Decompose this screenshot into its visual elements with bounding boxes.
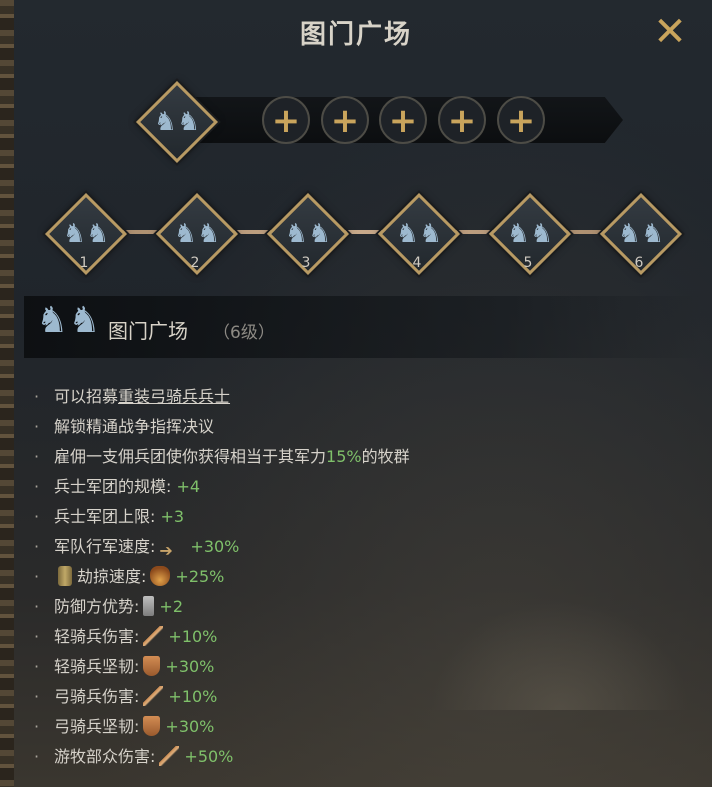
effect-item: · 军队行军速度: ➔ +30% bbox=[34, 532, 410, 562]
bullet: · bbox=[34, 627, 40, 646]
sword-icon bbox=[159, 745, 180, 766]
horse-archer-icon: ♞♞ bbox=[395, 219, 443, 249]
level-number: 4 bbox=[412, 255, 422, 271]
shield-icon bbox=[143, 715, 161, 736]
horse-archer-icon: ♞♞ bbox=[173, 219, 221, 249]
horse-archer-icon: ♞♞ bbox=[153, 107, 201, 137]
bullet: · bbox=[34, 387, 40, 406]
add-slot-button[interactable]: + bbox=[321, 96, 369, 144]
level-number: 6 bbox=[634, 255, 644, 271]
scroll-icon bbox=[58, 565, 72, 586]
effect-item: · 雇佣一支佣兵团使你获得相当于其军力15%的牧群 bbox=[34, 442, 410, 472]
bullet: · bbox=[34, 417, 40, 436]
level-number: 2 bbox=[190, 255, 200, 271]
horse-archer-icon: ♞♞ bbox=[617, 219, 665, 249]
add-slot-button[interactable]: + bbox=[262, 96, 310, 144]
effect-item: · 轻骑兵伤害: +10% bbox=[34, 622, 410, 652]
sword-icon bbox=[143, 625, 164, 646]
horse-archer-icon: ♞♞ bbox=[506, 219, 554, 249]
fire-icon bbox=[150, 565, 171, 586]
building-level: （6级） bbox=[213, 323, 275, 343]
effect-item: · 可以招募重装弓骑兵兵士 bbox=[34, 382, 410, 412]
horse-archer-icon: ♞♞ bbox=[62, 219, 110, 249]
map-edge bbox=[0, 0, 14, 787]
effect-item: · 防御方优势: +2 bbox=[34, 592, 410, 622]
effect-item: · 兵士军团的规模: +4 bbox=[34, 472, 410, 502]
level-number: 3 bbox=[301, 255, 311, 271]
horse-archer-icon: ♞♞ bbox=[36, 300, 101, 341]
bullet: · bbox=[34, 657, 40, 676]
effect-item: · 游牧部众伤害: +50% bbox=[34, 742, 410, 772]
effect-item: · 解锁精通战争指挥决议 bbox=[34, 412, 410, 442]
sword-icon bbox=[143, 685, 164, 706]
building-name: 图门广场 bbox=[108, 319, 188, 343]
add-slot-button[interactable]: + bbox=[379, 96, 427, 144]
add-slot-button[interactable]: + bbox=[497, 96, 545, 144]
close-icon[interactable]: ✕ bbox=[650, 12, 690, 52]
arrow-icon: ➔ bbox=[159, 540, 173, 560]
bullet: · bbox=[34, 747, 40, 766]
background-yurt bbox=[430, 600, 690, 710]
bullet: · bbox=[34, 717, 40, 736]
tower-icon bbox=[143, 595, 155, 616]
bullet: · bbox=[34, 597, 40, 616]
unit-link[interactable]: 重装弓骑兵兵士 bbox=[118, 387, 230, 406]
level-number: 5 bbox=[523, 255, 533, 271]
bullet: · bbox=[34, 567, 40, 586]
bullet: · bbox=[34, 687, 40, 706]
horse-archer-icon: ♞♞ bbox=[284, 219, 332, 249]
panel-title: 图门广场 bbox=[299, 20, 412, 50]
effect-item: · 轻骑兵坚韧: +30% bbox=[34, 652, 410, 682]
bullet: · bbox=[34, 447, 40, 466]
effects-list: · 可以招募重装弓骑兵兵士 · 解锁精通战争指挥决议 · 雇佣一支佣兵团使你获得相当于… bbox=[34, 382, 410, 772]
bullet: · bbox=[34, 537, 40, 556]
effect-item: · 劫掠速度: +25% bbox=[34, 562, 410, 592]
effect-item: · 兵士军团上限: +3 bbox=[34, 502, 410, 532]
effect-item: · 弓骑兵坚韧: +30% bbox=[34, 712, 410, 742]
shield-icon bbox=[143, 655, 161, 676]
level-number: 1 bbox=[79, 255, 89, 271]
effect-item: · 弓骑兵伤害: +10% bbox=[34, 682, 410, 712]
add-slot-button[interactable]: + bbox=[438, 96, 486, 144]
bullet: · bbox=[34, 477, 40, 496]
bullet: · bbox=[34, 507, 40, 526]
